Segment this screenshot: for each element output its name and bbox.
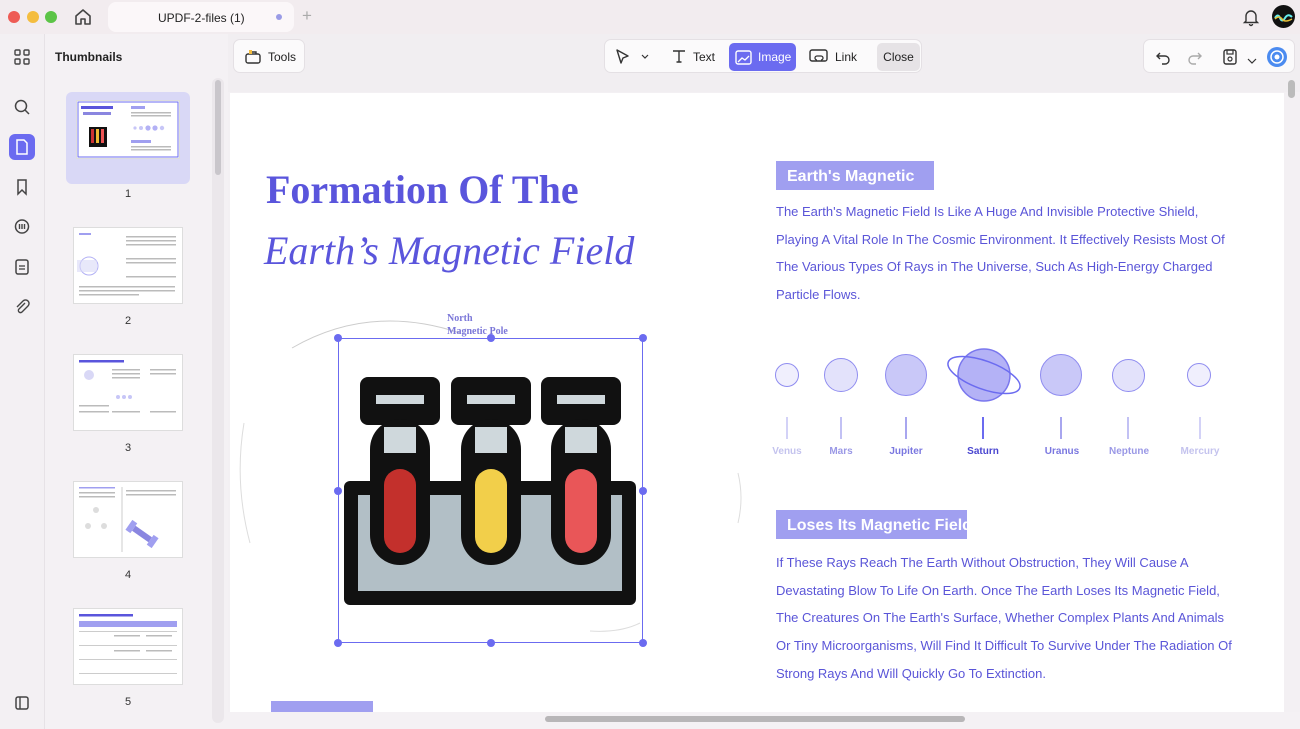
close-edit-button[interactable]: Close: [877, 43, 920, 71]
thumbnail-page-4[interactable]: [73, 481, 183, 558]
document-tab[interactable]: UPDF-2-files (1): [108, 2, 294, 32]
resize-handle-bottom[interactable]: [487, 639, 495, 647]
north-pole-label-line2: Magnetic Pole: [447, 326, 508, 337]
comments-icon[interactable]: [9, 214, 35, 240]
resize-handle-bottom-right[interactable]: [639, 639, 647, 647]
thumbnail-page-1[interactable]: [76, 100, 180, 159]
grid-view-icon[interactable]: [9, 44, 35, 70]
mars-icon: [824, 358, 858, 392]
thumbnail-page-number: 2: [124, 315, 132, 327]
resize-handle-bottom-left[interactable]: [334, 639, 342, 647]
link-tool-label: Link: [835, 50, 858, 64]
image-tool-button[interactable]: Image: [729, 43, 796, 71]
planet-tick: [1199, 417, 1201, 439]
image-selection-frame[interactable]: [338, 338, 643, 643]
section-heading: Earth's Magnetic: [776, 161, 934, 190]
thumbnail-page-number: 1: [124, 188, 132, 200]
thumbnail-page-number: 3: [124, 442, 132, 454]
planet-tick: [786, 417, 788, 439]
image-tool-label: Image: [758, 50, 792, 64]
minimize-window-button[interactable]: [27, 11, 39, 23]
ai-assistant-icon[interactable]: [1266, 46, 1288, 73]
planet-label: Jupiter: [889, 446, 923, 457]
attachment-icon[interactable]: [9, 294, 35, 320]
planet-tick: [905, 417, 907, 439]
new-tab-button[interactable]: +: [302, 6, 312, 26]
planet-label: Mars: [829, 446, 853, 457]
north-pole-label-line1: North: [447, 313, 473, 324]
planet-tick: [982, 417, 984, 439]
link-tool-button[interactable]: Link: [805, 43, 865, 71]
section-heading: Loses Its Magnetic Field: [776, 510, 972, 539]
save-icon[interactable]: [1221, 48, 1239, 71]
neptune-icon: [1112, 359, 1145, 392]
thumbnail-page-3[interactable]: [73, 354, 183, 431]
tools-label: Tools: [268, 50, 297, 64]
resize-handle-top-right[interactable]: [639, 334, 647, 342]
text-tool-button[interactable]: Text: [665, 43, 719, 71]
document-title-line2: Earth’s Magnetic Field: [264, 228, 635, 273]
thumbnails-icon[interactable]: [9, 134, 35, 160]
edit-toolbar: Text Image Link Close: [604, 39, 922, 73]
thumbnail-page-number: 5: [124, 696, 132, 708]
bookmark-icon[interactable]: [9, 174, 35, 200]
document-title-line1: Formation Of The: [266, 167, 579, 212]
resize-handle-top[interactable]: [487, 334, 495, 342]
search-icon[interactable]: [9, 94, 35, 120]
image-icon: [735, 49, 752, 65]
notification-bell-icon[interactable]: [1241, 7, 1261, 27]
close-window-button[interactable]: [8, 11, 20, 23]
planet-label: Uranus: [1044, 446, 1080, 457]
zoom-window-button[interactable]: [45, 11, 57, 23]
link-icon: [809, 49, 829, 65]
chevron-down-icon[interactable]: [1247, 52, 1257, 70]
toolbox-icon: [244, 48, 262, 71]
thumbnail-scrollbar[interactable]: [215, 80, 221, 175]
planet-tick: [840, 417, 842, 439]
resize-handle-left[interactable]: [334, 487, 342, 495]
title-bar: UPDF-2-files (1) +: [0, 0, 1300, 34]
left-tool-rail: [0, 34, 44, 729]
resize-handle-top-left[interactable]: [334, 334, 342, 342]
venus-icon: [775, 363, 799, 387]
tools-button[interactable]: Tools: [233, 39, 305, 73]
thumbnail-page-5[interactable]: [73, 608, 183, 685]
uranus-icon: [1040, 354, 1082, 396]
undo-icon[interactable]: [1154, 48, 1172, 71]
thumbnails-panel: Thumbnails 1 2 3 4 5: [44, 34, 228, 729]
saturn-icon: [947, 348, 1021, 402]
pages-icon[interactable]: [9, 254, 35, 280]
unsaved-dot-icon: [276, 14, 282, 20]
home-icon[interactable]: [72, 6, 94, 28]
document-horizontal-scrollbar[interactable]: [545, 716, 965, 722]
layers-icon[interactable]: [9, 690, 35, 716]
history-toolbar: [1143, 39, 1295, 73]
thumbnail-page-2[interactable]: [73, 227, 183, 304]
panel-title: Thumbnails: [55, 50, 123, 64]
text-tool-label: Text: [693, 50, 716, 64]
tab-title: UPDF-2-files (1): [158, 11, 245, 25]
text-icon: [671, 48, 687, 67]
resize-handle-right[interactable]: [639, 487, 647, 495]
planet-label: Mercury: [1180, 446, 1220, 457]
planet-label: Neptune: [1109, 446, 1149, 457]
document-vertical-scrollbar[interactable]: [1288, 80, 1295, 98]
select-tool-button[interactable]: [613, 43, 653, 71]
planet-label: Saturn: [967, 446, 999, 457]
mercury-icon: [1187, 363, 1211, 387]
document-page[interactable]: Formation Of The Earth’s Magnetic Field …: [230, 93, 1284, 713]
thumbnail-page-number: 4: [124, 569, 132, 581]
jupiter-icon: [885, 354, 927, 396]
section-paragraph: The Earth's Magnetic Field Is Like A Hug…: [776, 204, 1225, 303]
planet-tick: [1060, 417, 1062, 439]
user-avatar[interactable]: [1272, 5, 1295, 28]
section-paragraph: If These Rays Reach The Earth Without Ob…: [776, 555, 1232, 681]
planet-tick: [1127, 417, 1129, 439]
redo-icon[interactable]: [1186, 48, 1204, 71]
